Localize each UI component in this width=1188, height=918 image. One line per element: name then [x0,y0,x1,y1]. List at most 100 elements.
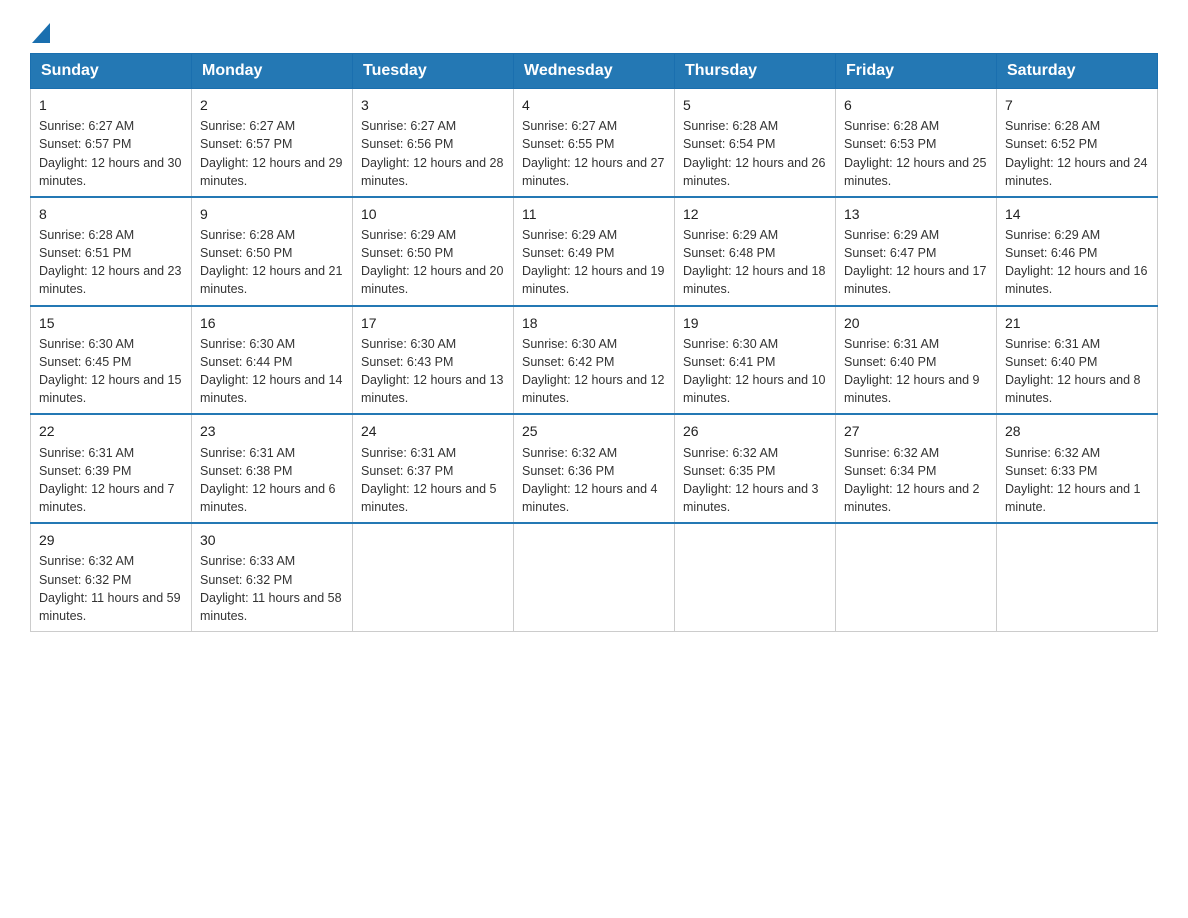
calendar-cell: 14Sunrise: 6:29 AMSunset: 6:46 PMDayligh… [997,197,1158,306]
sunrise-text: Sunrise: 6:28 AM [1005,119,1100,133]
sunset-text: Sunset: 6:32 PM [39,573,131,587]
daylight-text: Daylight: 12 hours and 21 minutes. [200,264,342,296]
calendar-cell: 6Sunrise: 6:28 AMSunset: 6:53 PMDaylight… [836,89,997,197]
sunrise-text: Sunrise: 6:32 AM [1005,446,1100,460]
daylight-text: Daylight: 12 hours and 18 minutes. [683,264,825,296]
weekday-header-wednesday: Wednesday [514,54,675,89]
calendar-cell: 1Sunrise: 6:27 AMSunset: 6:57 PMDaylight… [31,89,192,197]
sunrise-text: Sunrise: 6:31 AM [844,337,939,351]
day-number: 27 [844,421,988,441]
sunrise-text: Sunrise: 6:30 AM [361,337,456,351]
sunset-text: Sunset: 6:43 PM [361,355,453,369]
day-number: 9 [200,204,344,224]
sunset-text: Sunset: 6:40 PM [844,355,936,369]
daylight-text: Daylight: 12 hours and 12 minutes. [522,373,664,405]
calendar-week-row: 15Sunrise: 6:30 AMSunset: 6:45 PMDayligh… [31,306,1158,415]
logo-triangle-icon [32,23,50,43]
day-number: 22 [39,421,183,441]
calendar-header-row: SundayMondayTuesdayWednesdayThursdayFrid… [31,54,1158,89]
calendar-cell: 29Sunrise: 6:32 AMSunset: 6:32 PMDayligh… [31,523,192,631]
sunset-text: Sunset: 6:55 PM [522,137,614,151]
day-number: 24 [361,421,505,441]
daylight-text: Daylight: 12 hours and 16 minutes. [1005,264,1147,296]
calendar-cell: 30Sunrise: 6:33 AMSunset: 6:32 PMDayligh… [192,523,353,631]
calendar-cell: 28Sunrise: 6:32 AMSunset: 6:33 PMDayligh… [997,414,1158,523]
sunset-text: Sunset: 6:36 PM [522,464,614,478]
daylight-text: Daylight: 12 hours and 19 minutes. [522,264,664,296]
calendar-cell: 3Sunrise: 6:27 AMSunset: 6:56 PMDaylight… [353,89,514,197]
daylight-text: Daylight: 11 hours and 59 minutes. [39,591,181,623]
calendar-cell [514,523,675,631]
calendar-cell: 2 Sunrise: 6:27 AM Sunset: 6:57 PM Daylight… [192,89,353,197]
calendar-cell: 15Sunrise: 6:30 AMSunset: 6:45 PMDayligh… [31,306,192,415]
calendar-cell [675,523,836,631]
daylight-text: Daylight: 12 hours and 1 minute. [1005,482,1141,514]
daylight-text: Daylight: 12 hours and 27 minutes. [522,156,664,188]
sunset-text: Sunset: 6:42 PM [522,355,614,369]
day-number: 26 [683,421,827,441]
day-number: 23 [200,421,344,441]
sunrise-text: Sunrise: 6:29 AM [844,228,939,242]
sunset-text: Sunset: 6:32 PM [200,573,292,587]
weekday-header-thursday: Thursday [675,54,836,89]
sunset-text: Sunset: 6:57 PM [200,137,292,151]
daylight-text: Daylight: 12 hours and 23 minutes. [39,264,181,296]
sunrise-text: Sunrise: 6:31 AM [361,446,456,460]
calendar-cell: 26Sunrise: 6:32 AMSunset: 6:35 PMDayligh… [675,414,836,523]
sunset-text: Sunset: 6:34 PM [844,464,936,478]
daylight-text: Daylight: 12 hours and 15 minutes. [39,373,181,405]
calendar-cell: 4Sunrise: 6:27 AMSunset: 6:55 PMDaylight… [514,89,675,197]
day-number: 6 [844,95,988,115]
daylight-text: Daylight: 12 hours and 14 minutes. [200,373,342,405]
calendar-cell: 13Sunrise: 6:29 AMSunset: 6:47 PMDayligh… [836,197,997,306]
day-number: 5 [683,95,827,115]
weekday-header-tuesday: Tuesday [353,54,514,89]
sunrise-text: Sunrise: 6:31 AM [1005,337,1100,351]
sunset-text: Sunset: 6:50 PM [361,246,453,260]
calendar-table: SundayMondayTuesdayWednesdayThursdayFrid… [30,53,1158,632]
day-number: 17 [361,313,505,333]
daylight-text: Daylight: 11 hours and 58 minutes. [200,591,342,623]
day-number: 11 [522,204,666,224]
sunset-text: Sunset: 6:48 PM [683,246,775,260]
sunset-text: Sunset: 6:44 PM [200,355,292,369]
calendar-cell: 20Sunrise: 6:31 AMSunset: 6:40 PMDayligh… [836,306,997,415]
day-number: 3 [361,95,505,115]
sunset-text: Sunset: 6:39 PM [39,464,131,478]
calendar-cell [836,523,997,631]
sunrise-text: Sunrise: 6:28 AM [200,228,295,242]
day-number: 2 [200,95,344,115]
daylight-text: Daylight: 12 hours and 8 minutes. [1005,373,1141,405]
day-number: 1 [39,95,183,115]
daylight-text: Daylight: 12 hours and 25 minutes. [844,156,986,188]
sunset-text: Sunset: 6:38 PM [200,464,292,478]
sunset-text: Sunset: 6:51 PM [39,246,131,260]
day-number: 4 [522,95,666,115]
calendar-cell: 5Sunrise: 6:28 AMSunset: 6:54 PMDaylight… [675,89,836,197]
sunset-text: Sunset: 6:47 PM [844,246,936,260]
sunrise-text: Sunrise: 6:27 AM [361,119,456,133]
calendar-cell [353,523,514,631]
calendar-week-row: 29Sunrise: 6:32 AMSunset: 6:32 PMDayligh… [31,523,1158,631]
calendar-cell: 16Sunrise: 6:30 AMSunset: 6:44 PMDayligh… [192,306,353,415]
sunrise-text: Sunrise: 6:33 AM [200,554,295,568]
daylight-text: Daylight: 12 hours and 28 minutes. [361,156,503,188]
sunrise-text: Sunrise: 6:30 AM [522,337,617,351]
sunrise-text: Sunrise: 6:27 AM [200,119,295,133]
daylight-text: Daylight: 12 hours and 6 minutes. [200,482,336,514]
sunset-text: Sunset: 6:46 PM [1005,246,1097,260]
daylight-text: Daylight: 12 hours and 29 minutes. [200,156,342,188]
calendar-cell: 17Sunrise: 6:30 AMSunset: 6:43 PMDayligh… [353,306,514,415]
sunset-text: Sunset: 6:52 PM [1005,137,1097,151]
sunset-text: Sunset: 6:37 PM [361,464,453,478]
daylight-text: Daylight: 12 hours and 24 minutes. [1005,156,1147,188]
weekday-header-monday: Monday [192,54,353,89]
weekday-header-sunday: Sunday [31,54,192,89]
calendar-week-row: 8Sunrise: 6:28 AMSunset: 6:51 PMDaylight… [31,197,1158,306]
calendar-cell: 27Sunrise: 6:32 AMSunset: 6:34 PMDayligh… [836,414,997,523]
calendar-cell: 12Sunrise: 6:29 AMSunset: 6:48 PMDayligh… [675,197,836,306]
calendar-cell [997,523,1158,631]
sunset-text: Sunset: 6:40 PM [1005,355,1097,369]
calendar-cell: 22Sunrise: 6:31 AMSunset: 6:39 PMDayligh… [31,414,192,523]
sunset-text: Sunset: 6:41 PM [683,355,775,369]
